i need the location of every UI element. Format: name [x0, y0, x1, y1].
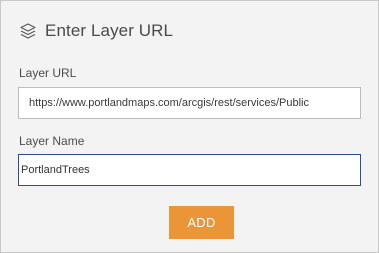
layer-url-input[interactable] [18, 87, 361, 119]
layer-url-label: Layer URL [19, 66, 77, 80]
enter-layer-url-panel: Enter Layer URL Layer URL Layer Name ADD [0, 0, 379, 253]
panel-title: Enter Layer URL [45, 21, 174, 40]
layers-icon [19, 22, 37, 40]
panel-header: Enter Layer URL [19, 19, 173, 43]
layer-name-label: Layer Name [19, 134, 85, 148]
add-button[interactable]: ADD [169, 206, 234, 239]
layer-name-input[interactable] [18, 154, 361, 186]
